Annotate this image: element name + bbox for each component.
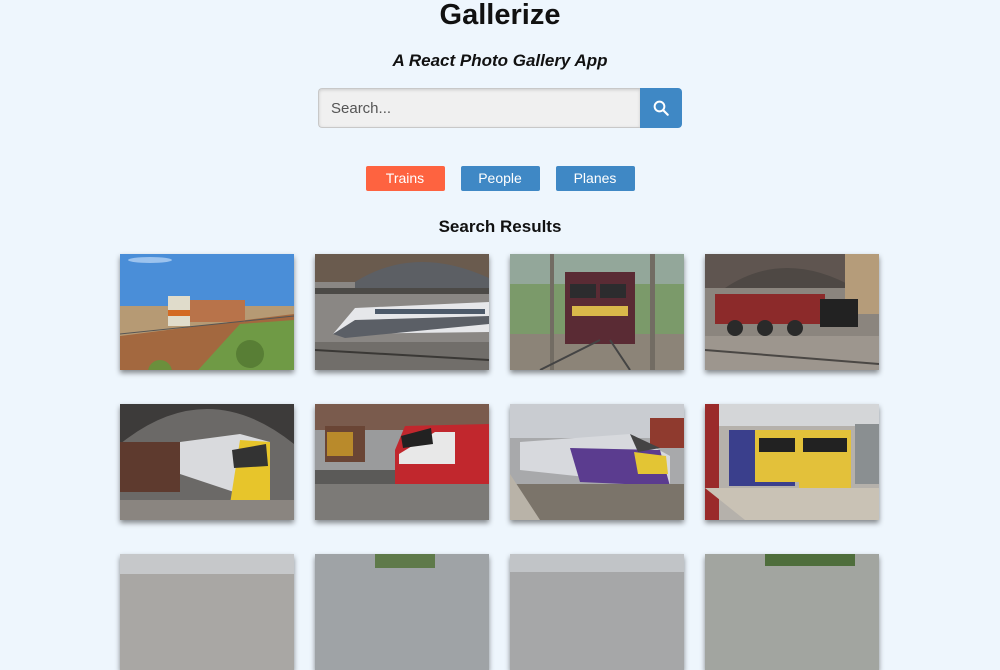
photo-thumbnail[interactable] xyxy=(510,254,684,370)
photo-thumbnail[interactable] xyxy=(315,404,489,520)
photo-thumbnail[interactable] xyxy=(510,404,684,520)
search-results-title: Search Results xyxy=(438,217,562,236)
photo-thumbnail[interactable] xyxy=(120,404,294,520)
photo-thumbnail[interactable] xyxy=(120,254,294,370)
photo-thumbnail[interactable] xyxy=(510,554,684,670)
topic-nav: Trains People Planes xyxy=(0,166,1000,191)
photo-thumbnail[interactable] xyxy=(315,254,489,370)
search-icon xyxy=(653,100,669,116)
photo-thumbnail[interactable] xyxy=(705,554,879,670)
photo-thumbnail[interactable] xyxy=(315,554,489,670)
photo-grid xyxy=(120,254,880,670)
photo-thumbnail[interactable] xyxy=(705,254,879,370)
search-form xyxy=(318,88,682,128)
photo-thumbnail[interactable] xyxy=(120,554,294,670)
photo-thumbnail[interactable] xyxy=(705,404,879,520)
search-input[interactable] xyxy=(318,88,640,128)
nav-link-planes[interactable]: Planes xyxy=(555,166,635,191)
app-title: Gallerize xyxy=(439,0,561,31)
nav-link-people[interactable]: People xyxy=(460,166,540,191)
app-subtitle: A React Photo Gallery App xyxy=(392,51,608,70)
search-button[interactable] xyxy=(640,88,682,128)
nav-link-trains[interactable]: Trains xyxy=(365,166,445,191)
